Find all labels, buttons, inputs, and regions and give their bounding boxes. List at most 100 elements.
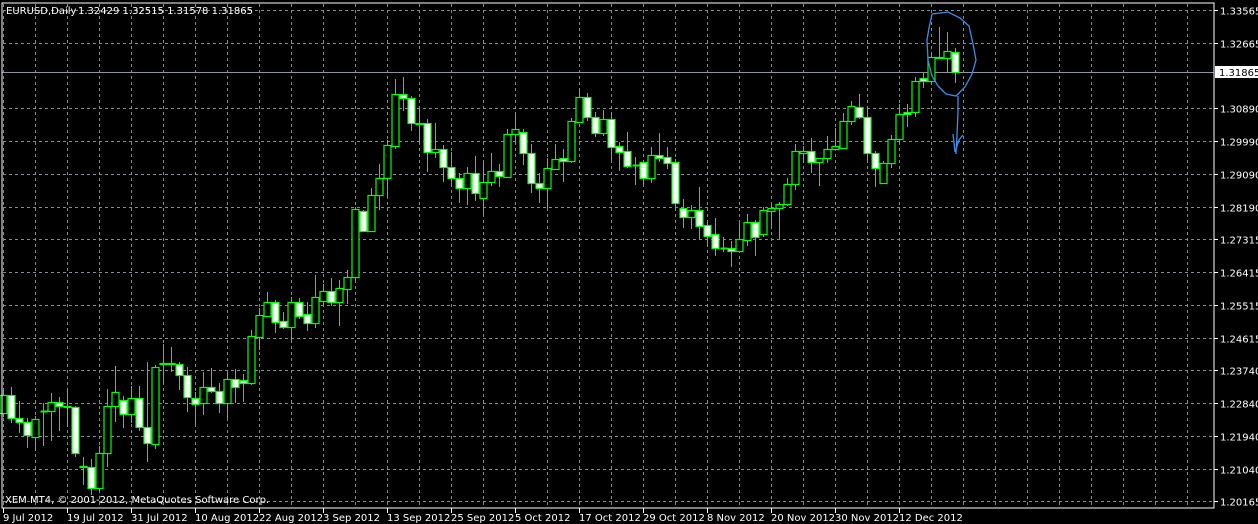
candle-body-bear bbox=[903, 111, 912, 116]
candle-body-bull bbox=[599, 118, 608, 135]
candle-body-bull bbox=[335, 287, 344, 304]
candle-body-bear bbox=[863, 116, 872, 155]
candle-body-bear bbox=[55, 401, 64, 408]
candle-body-bull bbox=[831, 145, 840, 151]
x-tick-label: 13 Sep 2012 bbox=[387, 513, 450, 524]
candle-body-bear bbox=[71, 406, 80, 455]
candle-body-bear bbox=[607, 118, 616, 149]
candle-body-bear bbox=[807, 150, 816, 164]
candle-body-bear bbox=[591, 116, 600, 135]
candle-body-bear bbox=[87, 466, 96, 490]
candle-body-bull bbox=[743, 221, 752, 242]
candle-body-bear bbox=[935, 56, 944, 60]
candle-body-bull bbox=[487, 170, 496, 184]
candle-body-bear bbox=[135, 397, 144, 429]
candle-body-bear bbox=[231, 378, 240, 389]
candle-body-bear bbox=[183, 374, 192, 399]
x-tick-label: 3 Sep 2012 bbox=[323, 513, 380, 524]
candle-body-bull bbox=[319, 290, 328, 303]
candle-body-bull bbox=[879, 162, 888, 185]
candle-body-bull bbox=[287, 301, 296, 329]
candle-body-bear bbox=[951, 51, 960, 74]
candle-body-bull bbox=[479, 181, 488, 200]
candle bbox=[567, 118, 576, 163]
candle bbox=[879, 161, 888, 185]
candle-body-bear bbox=[239, 379, 248, 385]
candle-body-bear bbox=[407, 97, 416, 125]
candle-body-bull bbox=[0, 394, 8, 415]
candle-body-bear bbox=[167, 362, 176, 366]
candle-body-bull bbox=[127, 397, 136, 416]
candle-body-bear bbox=[7, 394, 16, 420]
candle-body-bear bbox=[455, 177, 464, 190]
x-tick-label: 9 Jul 2012 bbox=[3, 513, 53, 524]
candle bbox=[759, 207, 768, 237]
candle-body-bear bbox=[295, 301, 304, 318]
candle-body-bear bbox=[175, 363, 184, 377]
candle bbox=[71, 406, 80, 457]
candle-body-bear bbox=[663, 156, 672, 165]
candle-body-bull bbox=[783, 183, 792, 206]
candle-body-bear bbox=[639, 161, 648, 180]
candle-body-bull bbox=[759, 209, 768, 236]
candle-body-bull bbox=[767, 207, 776, 213]
y-tick-label: 1.25515 bbox=[1220, 302, 1258, 313]
candle-body-bear bbox=[399, 93, 408, 100]
x-tick-label: 31 Jul 2012 bbox=[131, 513, 188, 524]
candle-body-bull bbox=[839, 120, 848, 150]
x-tick-label: 17 Oct 2012 bbox=[579, 513, 641, 524]
candle-body-bear bbox=[559, 157, 568, 163]
y-tick-label: 1.23740 bbox=[1220, 367, 1258, 378]
candle-body-bull bbox=[799, 150, 808, 155]
candle-body-bull bbox=[575, 96, 584, 124]
candle-body-bull bbox=[151, 366, 160, 446]
candle-body-bull bbox=[551, 158, 560, 171]
candle-body-bull bbox=[351, 208, 360, 279]
candle-body-bull bbox=[367, 194, 376, 233]
candle-body-bear bbox=[679, 207, 688, 219]
candle bbox=[247, 330, 256, 385]
candle bbox=[151, 365, 160, 449]
candle-body-bear bbox=[23, 421, 32, 437]
candle-body-bull bbox=[647, 154, 656, 180]
candle-body-bear bbox=[527, 152, 536, 185]
candle-body-bear bbox=[359, 210, 368, 233]
x-tick-label: 19 Jul 2012 bbox=[67, 513, 124, 524]
x-tick-label: 20 Nov 2012 bbox=[771, 513, 835, 524]
candle-body-bull bbox=[343, 276, 352, 291]
price-chart[interactable]: 1.33565 1.32665 1.30890 1.29990 1.29090 1.281… bbox=[0, 0, 1258, 524]
y-tick-label: 1.32665 bbox=[1220, 40, 1258, 51]
y-tick-label: 1.27315 bbox=[1220, 236, 1258, 247]
candle bbox=[359, 210, 368, 233]
candle-body-bear bbox=[423, 122, 432, 154]
candle-body-bear bbox=[447, 166, 456, 180]
x-tick-label: 12 Dec 2012 bbox=[899, 513, 963, 524]
candle-body-bull bbox=[431, 148, 440, 154]
y-tick-label: 1.33565 bbox=[1220, 7, 1258, 18]
candle-body-bear bbox=[671, 161, 680, 205]
candle-body-bull bbox=[847, 105, 856, 123]
candle-body-bull bbox=[375, 177, 384, 197]
candle-body-bull bbox=[255, 314, 264, 339]
candle-body-bear bbox=[15, 417, 24, 424]
candle-body-bear bbox=[279, 320, 288, 329]
candle-body-bull bbox=[311, 296, 320, 325]
ohlc-readout: 1.32429 1.32515 1.31578 1.31865 bbox=[78, 6, 253, 17]
candle-body-bear bbox=[79, 465, 88, 469]
candle-body-bull bbox=[503, 133, 512, 179]
candle-body-bull bbox=[95, 452, 104, 490]
candle-body-bear bbox=[439, 148, 448, 169]
candle-body-bull bbox=[159, 362, 168, 366]
y-tick-label: 1.29990 bbox=[1220, 138, 1258, 149]
candle bbox=[927, 53, 936, 83]
candle-body-bear bbox=[855, 106, 864, 119]
candle-body-bear bbox=[919, 77, 928, 83]
y-tick-label: 1.21040 bbox=[1220, 466, 1258, 477]
candle-body-bear bbox=[271, 301, 280, 324]
candle-body-bear bbox=[695, 209, 704, 228]
candle-body-bear bbox=[143, 426, 152, 445]
candle-body-bull bbox=[383, 144, 392, 180]
y-tick-label: 1.29090 bbox=[1220, 171, 1258, 182]
candle-body-bull bbox=[31, 418, 40, 439]
copyright-text: XEM MT4, © 2001-2012, MetaQuotes Softwar… bbox=[5, 495, 269, 506]
